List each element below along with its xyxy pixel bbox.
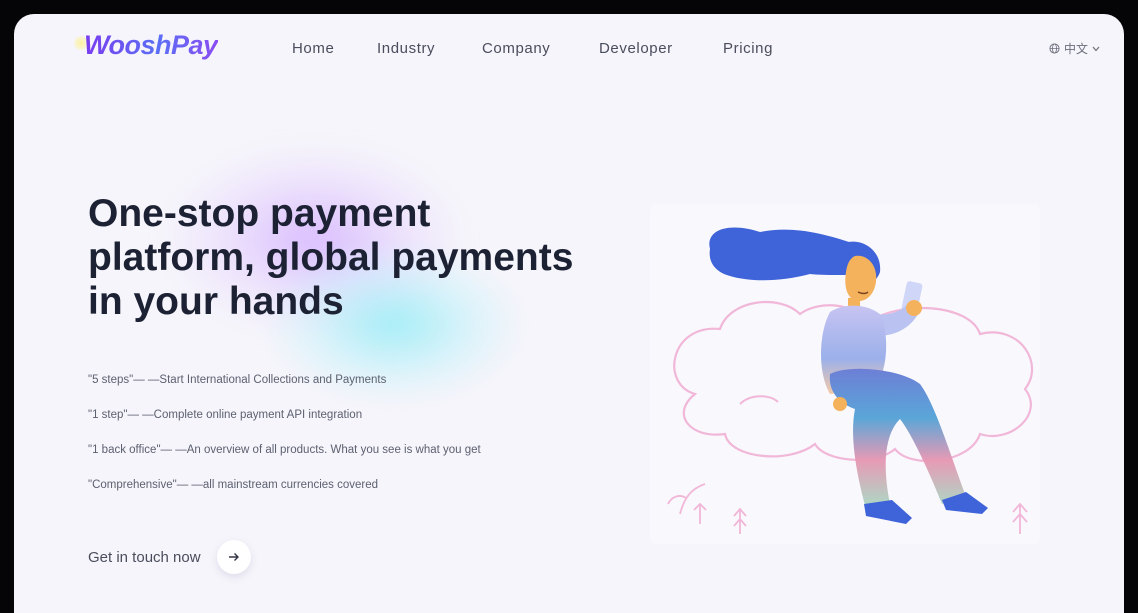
page-frame: WooshPay Home Industry Company Developer…: [14, 14, 1124, 613]
feature-item: "5 steps"— —Start International Collecti…: [88, 374, 387, 386]
brand-logo[interactable]: WooshPay: [84, 30, 218, 61]
nav-item-company[interactable]: Company: [482, 40, 550, 57]
nav-item-pricing[interactable]: Pricing: [723, 40, 773, 57]
hero-illustration: [650, 204, 1040, 544]
chevron-down-icon: [1092, 46, 1100, 52]
arrow-right-icon[interactable]: [216, 540, 251, 574]
get-in-touch-button[interactable]: Get in touch now: [88, 540, 251, 574]
feature-item: "Comprehensive"— —all mainstream currenc…: [88, 479, 379, 491]
hero-headline: One-stop payment platform, global paymen…: [88, 192, 574, 323]
nav-item-industry[interactable]: Industry: [377, 40, 435, 57]
woman-with-phone-illustration: [667, 227, 1034, 534]
nav-item-home[interactable]: Home: [292, 40, 334, 57]
feature-item: "1 step"— —Complete online payment API i…: [88, 409, 363, 421]
language-selector[interactable]: 中文: [1049, 40, 1100, 57]
nav-item-developer[interactable]: Developer: [599, 40, 673, 57]
globe-icon: [1049, 43, 1060, 54]
feature-item: "1 back office"— —An overview of all pro…: [88, 444, 481, 456]
language-label: 中文: [1063, 42, 1088, 56]
cta-label: Get in touch now: [88, 548, 201, 566]
